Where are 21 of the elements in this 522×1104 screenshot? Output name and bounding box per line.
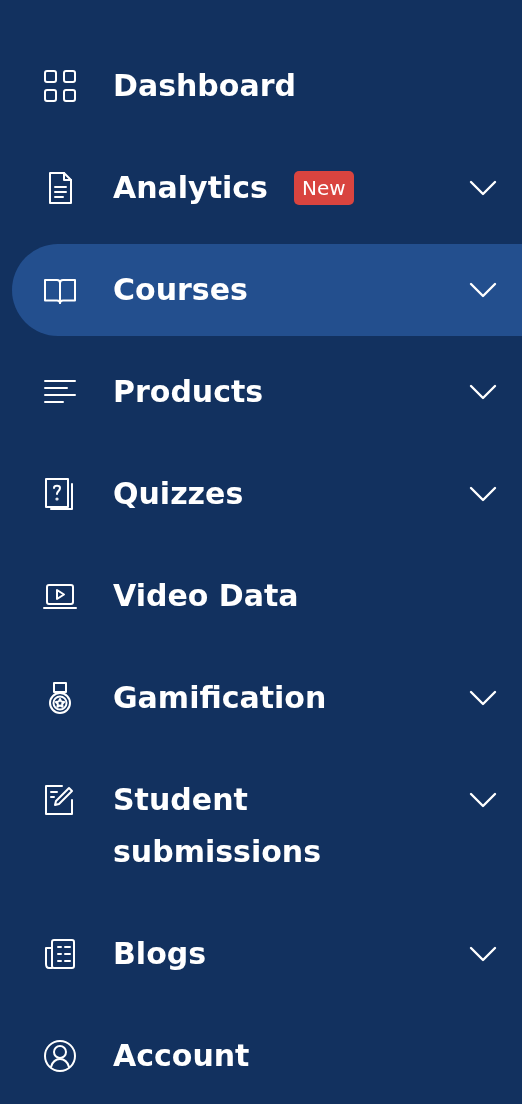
chevron-down-icon[interactable] xyxy=(469,486,497,502)
new-badge: New xyxy=(293,171,354,205)
sidebar-item[interactable]: Courses xyxy=(12,244,522,336)
newspaper-icon xyxy=(42,936,78,972)
sidebar-item[interactable]: Student submissions xyxy=(12,754,522,898)
chevron-down-icon[interactable] xyxy=(469,384,497,400)
chevron-down-icon[interactable] xyxy=(469,946,497,962)
sidebar-item[interactable]: Products xyxy=(12,346,522,438)
sidebar-item[interactable]: Account xyxy=(12,1010,522,1102)
grid-icon xyxy=(42,68,78,104)
user-circle-icon xyxy=(42,1038,78,1074)
chevron-down-icon[interactable] xyxy=(469,792,497,808)
chevron-down-icon[interactable] xyxy=(469,282,497,298)
sidebar-item[interactable]: Gamification xyxy=(12,652,522,744)
sidebar-item[interactable]: Blogs xyxy=(12,908,522,1000)
sidebar-item[interactable]: Video Data xyxy=(12,550,522,642)
chevron-down-icon[interactable] xyxy=(469,690,497,706)
sidebar-item[interactable]: Analytics New xyxy=(12,142,522,234)
chevron-down-icon[interactable] xyxy=(469,180,497,196)
sidebar-item[interactable]: Quizzes xyxy=(12,448,522,540)
sidebar-item[interactable]: Dashboard xyxy=(12,40,522,132)
